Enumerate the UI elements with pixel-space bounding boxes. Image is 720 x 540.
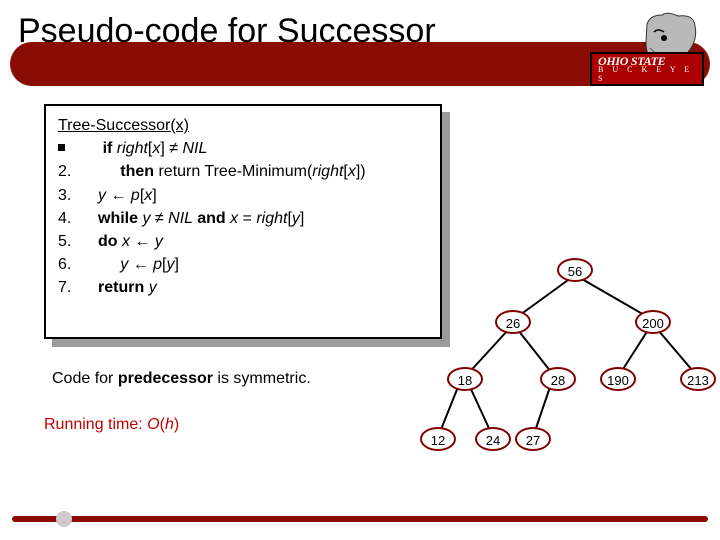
code-line-4: 4. while y ≠ NIL and x = right[y]	[58, 207, 428, 230]
tree-node-200: 200	[635, 310, 671, 334]
code-line-5: 5. do x ← y	[58, 230, 428, 253]
tree-node-27: 27	[515, 427, 551, 451]
ohio-state-logo: OHIO STATE B U C K E Y E S	[590, 10, 700, 88]
tree-node-26: 26	[495, 310, 531, 334]
code-line-2: 2. then return Tree-Minimum(right[x])	[58, 160, 428, 183]
footer-bullet-icon	[56, 511, 72, 527]
code-line-6: 6. y ← p[y]	[58, 253, 428, 276]
code-line-3: 3. y ← p[x]	[58, 184, 428, 207]
bullet-icon	[58, 144, 65, 151]
predecessor-note: Code for predecessor is symmetric.	[52, 370, 311, 388]
page-title: Pseudo-code for Successor	[18, 12, 436, 51]
pseudocode-box: Tree-Successor(x) if right[x] ≠ NIL 2. t…	[44, 104, 442, 339]
function-name: Tree-Successor(x)	[58, 117, 189, 134]
tree-node-18: 18	[447, 367, 483, 391]
code-line-1: if right[x] ≠ NIL	[58, 137, 428, 160]
bst-diagram: 56 26 200 18 28 190 213 12 24 27	[400, 255, 720, 490]
tree-node-12: 12	[420, 427, 456, 451]
tree-node-28: 28	[540, 367, 576, 391]
footer-line	[12, 516, 708, 522]
tree-node-24: 24	[475, 427, 511, 451]
logo-text-box: OHIO STATE B U C K E Y E S	[590, 52, 704, 86]
tree-node-56: 56	[557, 258, 593, 282]
running-time-note: Running time: O(h)	[44, 416, 179, 434]
logo-bottom-text: B U C K E Y E S	[598, 65, 702, 83]
tree-node-213: 213	[680, 367, 716, 391]
code-line-7: 7. return y	[58, 276, 428, 299]
tree-node-190: 190	[600, 367, 636, 391]
